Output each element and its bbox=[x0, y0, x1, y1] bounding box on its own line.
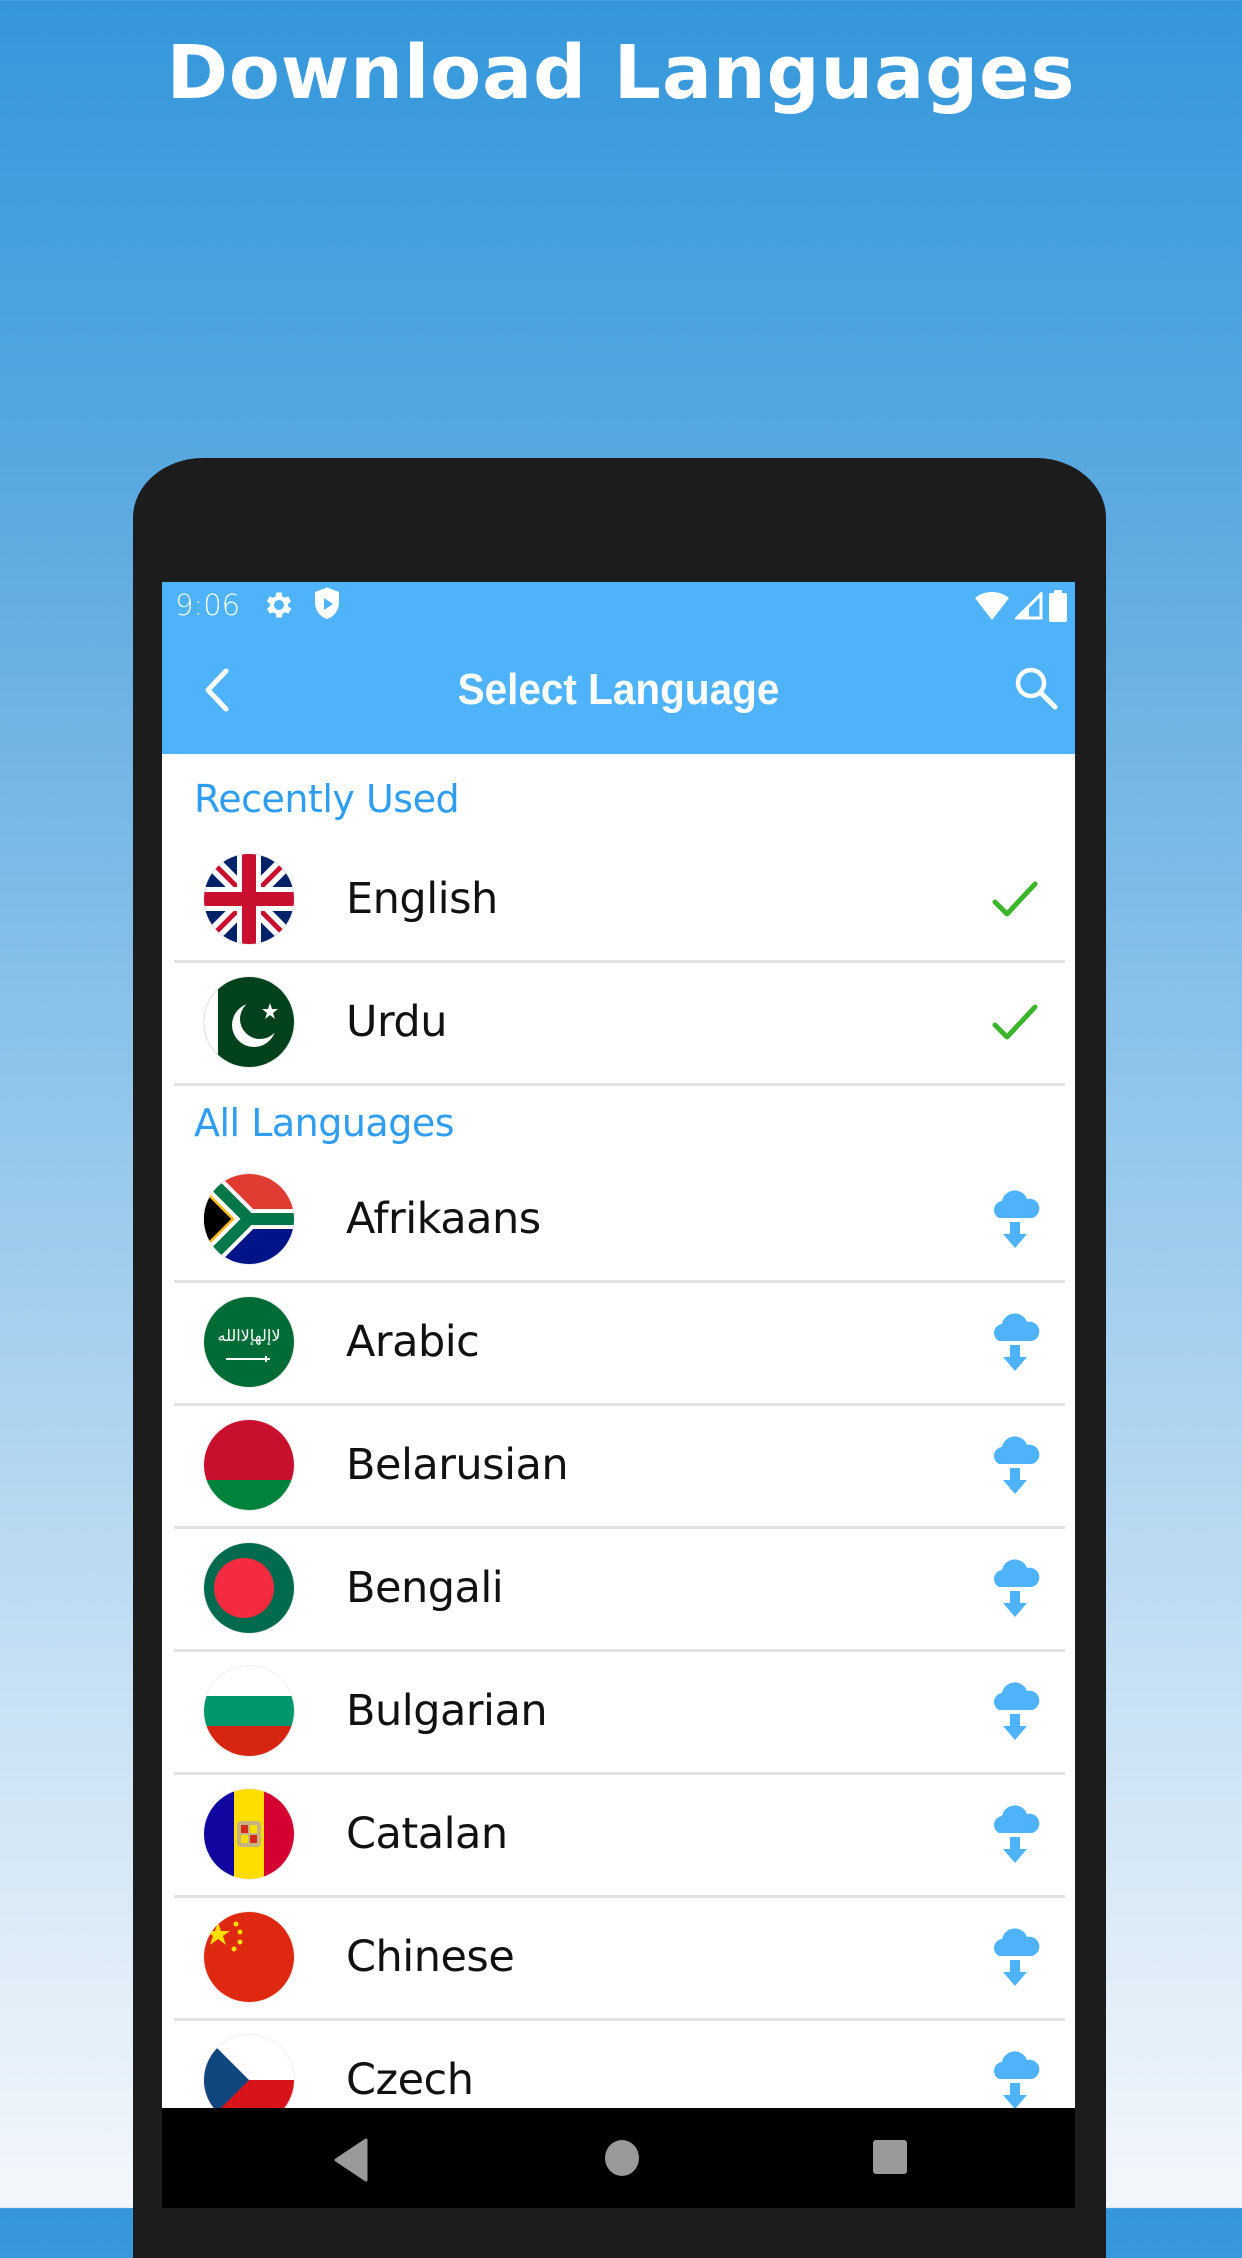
language-name: Urdu bbox=[346, 997, 447, 1047]
language-row-arabic[interactable]: ﻻإلهإﻻالله Arabic bbox=[174, 1283, 1065, 1406]
search-icon[interactable] bbox=[1011, 663, 1061, 715]
wifi-icon bbox=[975, 592, 1009, 620]
language-name: Belarusian bbox=[346, 1440, 569, 1490]
phone-screen: 9:06 Select Language Recently Used Engli… bbox=[162, 582, 1075, 2208]
language-row-bulgarian[interactable]: Bulgarian bbox=[174, 1652, 1065, 1775]
cloud-download-icon[interactable] bbox=[985, 1434, 1045, 1498]
language-name: Bengali bbox=[346, 1563, 504, 1613]
flag-bg-icon bbox=[204, 1666, 294, 1756]
language-name: Chinese bbox=[346, 1932, 515, 1982]
promo-headline: Download Languages bbox=[166, 30, 1076, 116]
home-circle-icon[interactable] bbox=[602, 2138, 642, 2178]
language-name: English bbox=[346, 874, 498, 924]
cloud-download-icon[interactable] bbox=[985, 1926, 1045, 1990]
status-bar: 9:06 bbox=[162, 582, 1075, 627]
language-row-english[interactable]: English bbox=[174, 840, 1065, 963]
language-row-afrikaans[interactable]: Afrikaans bbox=[174, 1160, 1065, 1283]
cloud-download-icon[interactable] bbox=[985, 1557, 1045, 1621]
battery-icon bbox=[1049, 590, 1067, 622]
svg-text:ﻻإلهإﻻالله: ﻻإلهإﻻالله bbox=[217, 1326, 280, 1346]
shield-play-icon bbox=[315, 587, 339, 619]
recently-used-list: English Urdu bbox=[162, 840, 1075, 1086]
app-bar: Select Language bbox=[162, 627, 1075, 754]
section-title-recently-used: Recently Used bbox=[194, 777, 460, 821]
flag-ad-icon bbox=[204, 1789, 294, 1879]
cloud-download-icon[interactable] bbox=[985, 2049, 1045, 2113]
cloud-download-icon[interactable] bbox=[985, 1311, 1045, 1375]
recents-square-icon[interactable] bbox=[872, 2138, 908, 2178]
language-row-bengali[interactable]: Bengali bbox=[174, 1529, 1065, 1652]
language-name: Czech bbox=[346, 2055, 474, 2105]
recently-used-section: Recently Used English Urdu bbox=[162, 754, 1075, 1086]
flag-za-icon bbox=[204, 1174, 294, 1264]
flag-sa-icon: ﻻإلهإﻻالله bbox=[204, 1297, 294, 1387]
all-languages-section: All Languages Afrikaans ﻻإلهإﻻالله Arabi… bbox=[162, 1086, 1075, 2144]
cloud-download-icon[interactable] bbox=[985, 1680, 1045, 1744]
flag-bd-icon bbox=[204, 1543, 294, 1633]
language-row-catalan[interactable]: Catalan bbox=[174, 1775, 1065, 1898]
check-icon bbox=[985, 868, 1045, 932]
gear-icon bbox=[266, 592, 292, 618]
page-title: Select Language bbox=[457, 665, 780, 714]
language-name: Arabic bbox=[346, 1317, 480, 1367]
language-row-chinese[interactable]: Chinese bbox=[174, 1898, 1065, 2021]
cloud-download-icon[interactable] bbox=[985, 1803, 1045, 1867]
section-title-all-languages: All Languages bbox=[194, 1101, 455, 1145]
back-triangle-icon[interactable] bbox=[332, 2138, 372, 2182]
android-nav-bar bbox=[162, 2108, 1075, 2208]
flag-cn-icon bbox=[204, 1912, 294, 2002]
language-row-urdu[interactable]: Urdu bbox=[174, 963, 1065, 1086]
language-row-belarusian[interactable]: Belarusian bbox=[174, 1406, 1065, 1529]
language-name: Bulgarian bbox=[346, 1686, 548, 1736]
cloud-download-icon[interactable] bbox=[985, 1188, 1045, 1252]
signal-icon bbox=[1015, 592, 1043, 620]
check-icon bbox=[985, 991, 1045, 1055]
language-name: Catalan bbox=[346, 1809, 508, 1859]
flag-by-icon bbox=[204, 1420, 294, 1510]
status-time: 9:06 bbox=[175, 588, 241, 622]
flag-pk-icon bbox=[204, 977, 294, 1067]
all-languages-list: Afrikaans ﻻإلهإﻻالله Arabic Belarusian B… bbox=[162, 1160, 1075, 2144]
flag-uk-icon bbox=[204, 854, 294, 944]
language-name: Afrikaans bbox=[346, 1194, 541, 1244]
